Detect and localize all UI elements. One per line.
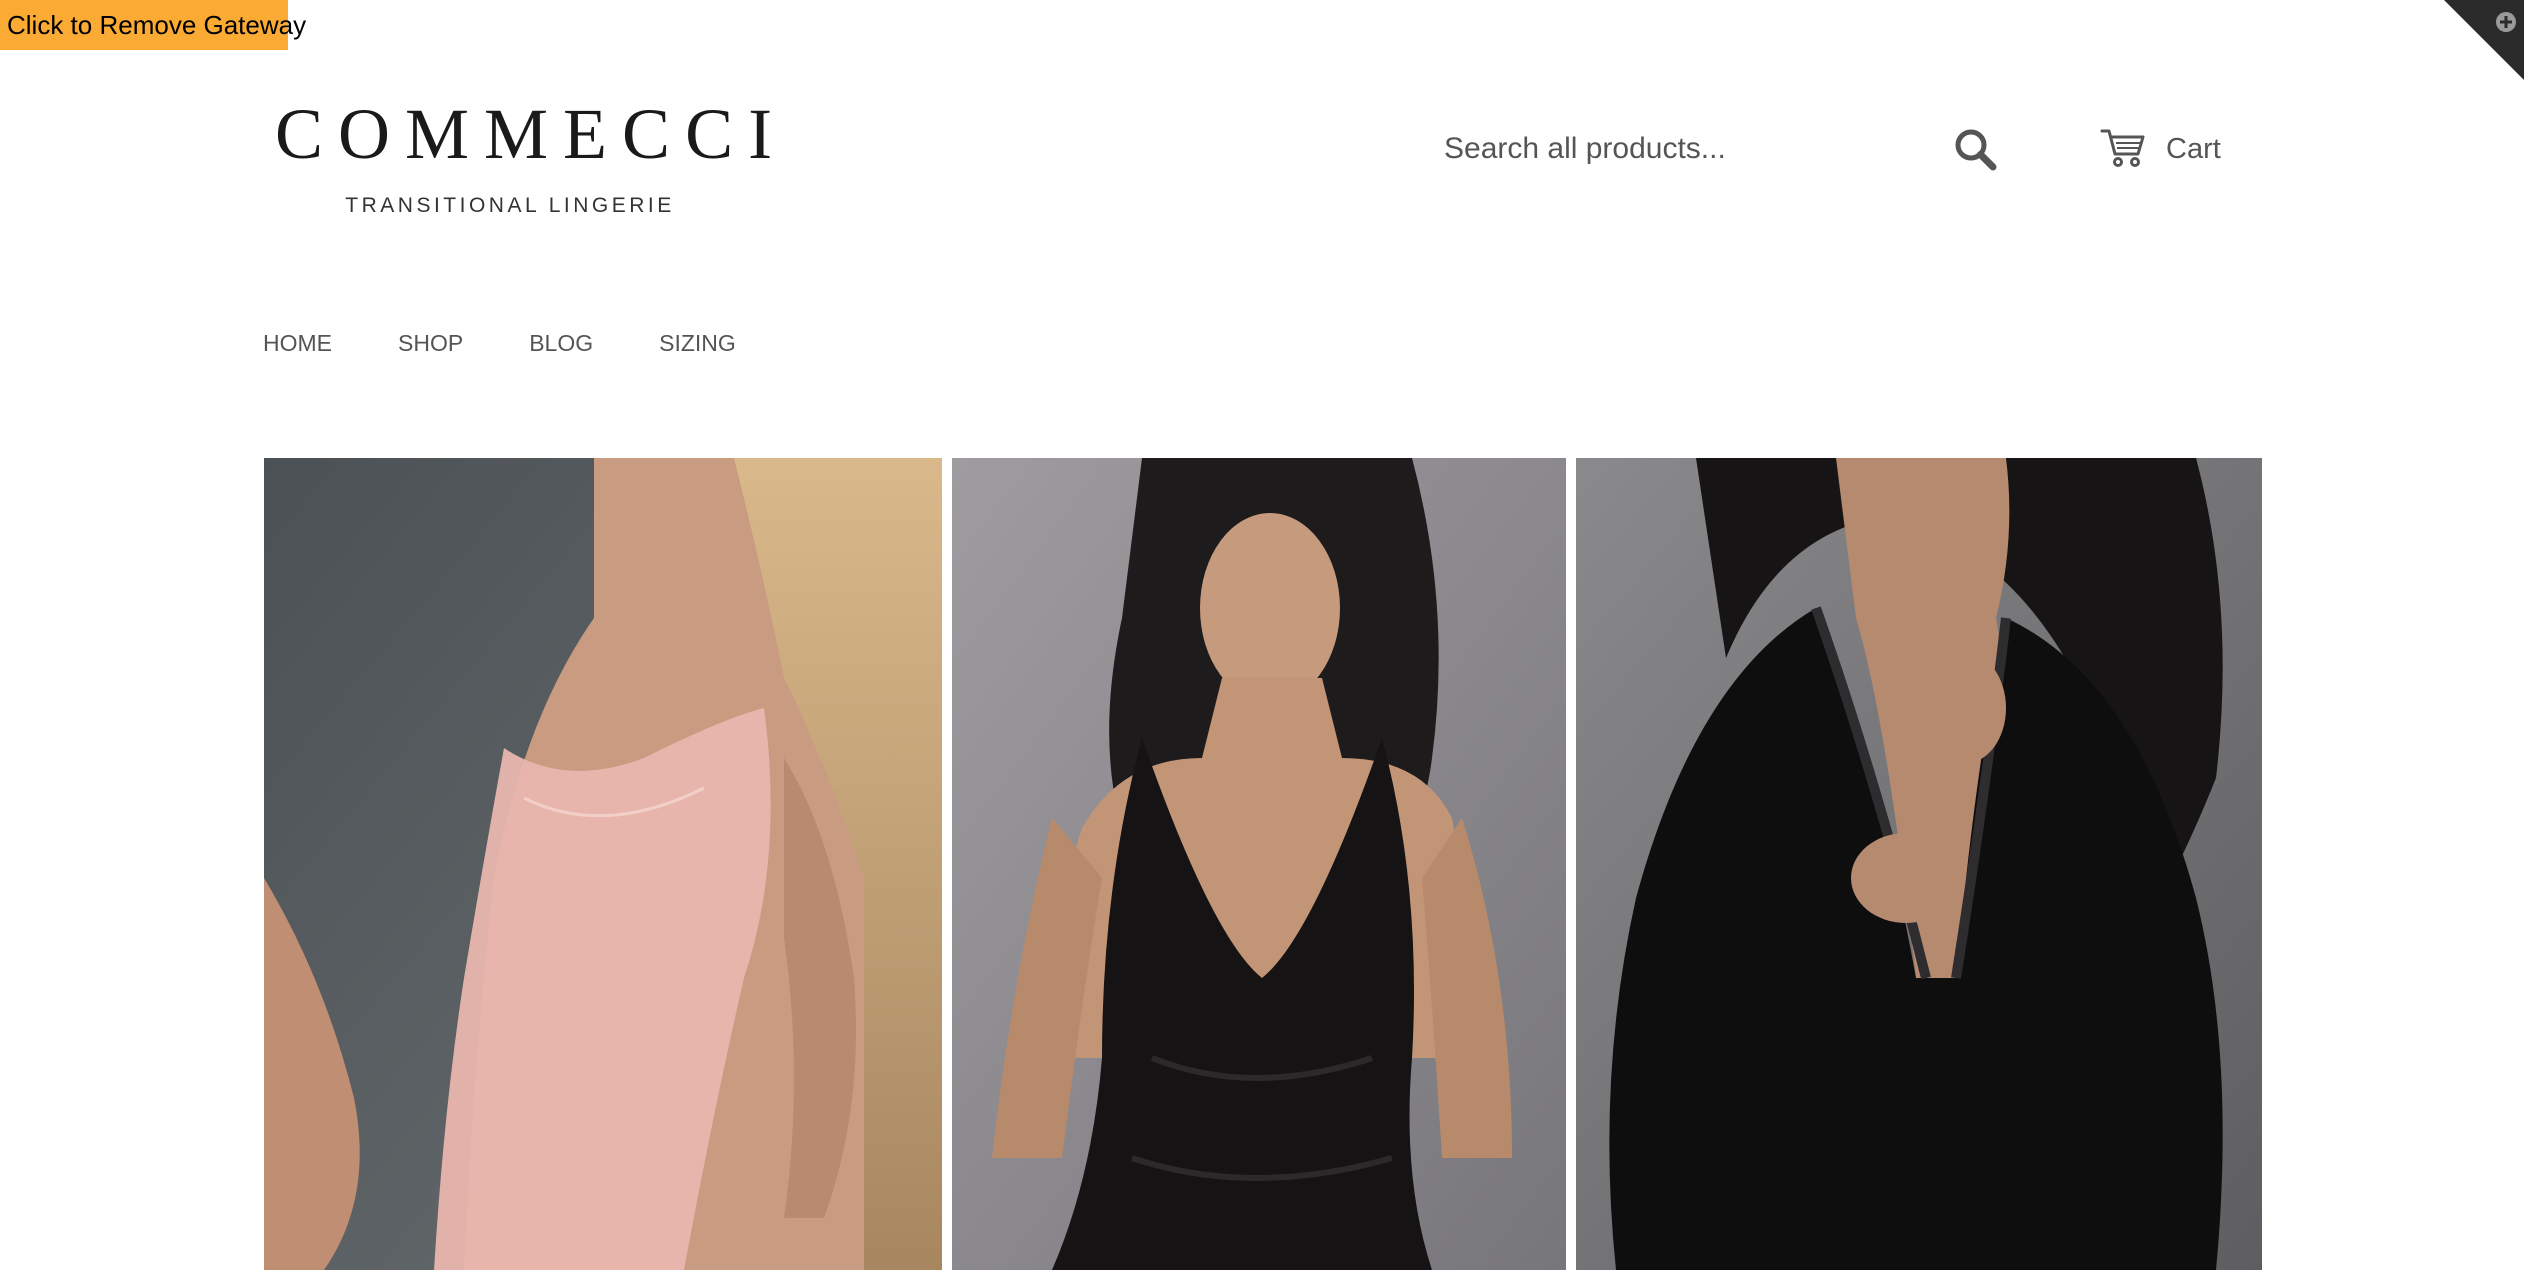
cart-link[interactable]: Cart <box>2100 124 2221 174</box>
cart-icon <box>2100 126 2146 173</box>
corner-toggle[interactable] <box>2444 0 2524 80</box>
search-button[interactable] <box>1950 124 2004 178</box>
nav-item-sizing[interactable]: SIZING <box>659 330 736 357</box>
hero-image-pink-slip[interactable] <box>264 458 942 1270</box>
hero-image-black-lace[interactable] <box>952 458 1566 1270</box>
search-form <box>1430 118 2010 180</box>
hero-gallery <box>264 458 2262 1270</box>
plus-circle-icon <box>2494 10 2518 34</box>
brand-title: COMMECCI <box>275 94 788 174</box>
nav-item-home[interactable]: HOME <box>263 330 332 357</box>
brand-tagline: TRANSITIONAL LINGERIE <box>345 194 675 217</box>
search-input[interactable] <box>1430 118 1910 180</box>
search-icon <box>1950 129 2004 182</box>
cart-label: Cart <box>2166 132 2221 165</box>
nav-item-shop[interactable]: SHOP <box>398 330 463 357</box>
nav-item-blog[interactable]: BLOG <box>529 330 593 357</box>
remove-gateway-button[interactable]: Click to Remove Gateway <box>0 0 306 50</box>
brand-logo[interactable]: COMMECCI TRANSITIONAL LINGERIE <box>260 94 788 218</box>
main-nav: HOME SHOP BLOG SIZING <box>263 330 802 357</box>
hero-image-satin-robe[interactable] <box>1576 458 2262 1270</box>
